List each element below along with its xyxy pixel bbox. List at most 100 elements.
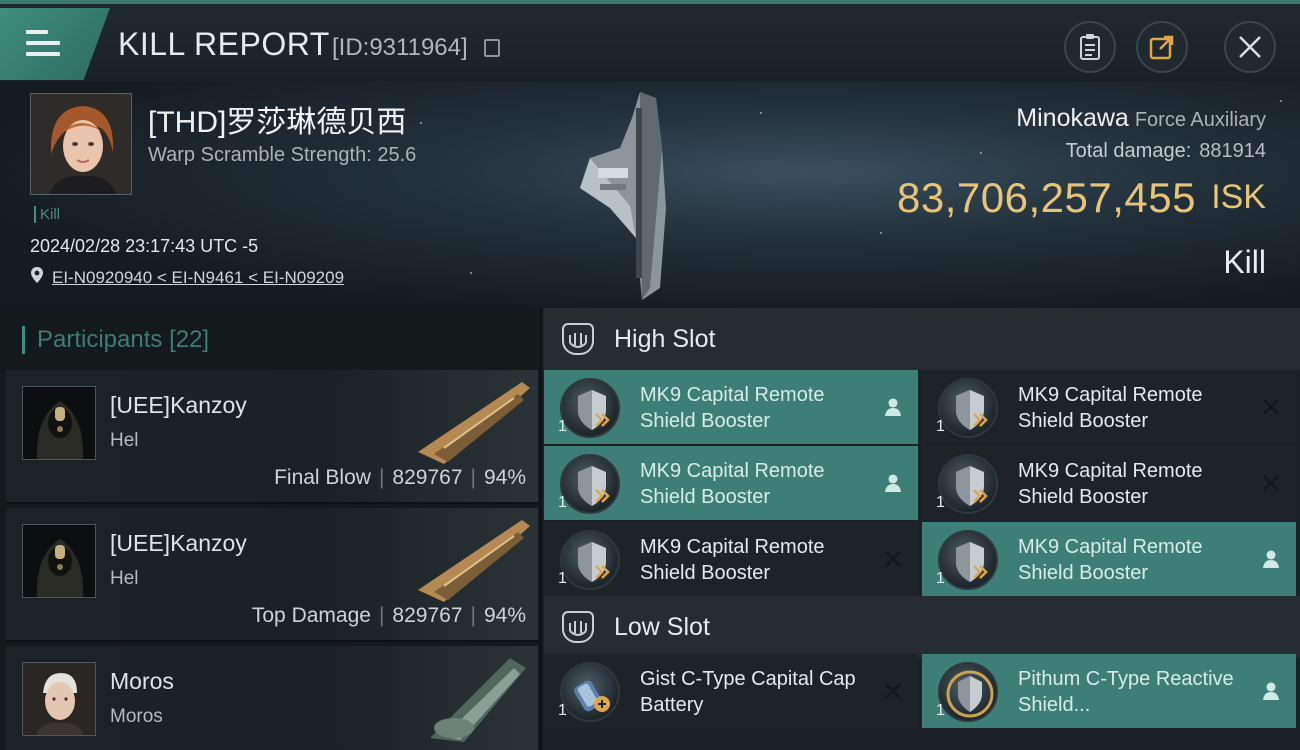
module-name: MK9 Capital Remote Shield Booster bbox=[1018, 536, 1203, 584]
x-icon bbox=[1263, 475, 1279, 491]
module-name: Pithum C-Type Reactive Shield... bbox=[1018, 668, 1234, 716]
shield-booster-icon bbox=[560, 454, 620, 514]
person-icon bbox=[1263, 682, 1279, 700]
shield-booster-icon bbox=[560, 378, 620, 438]
module-quantity: 1 bbox=[936, 570, 945, 587]
module-slot[interactable]: 1 MK9 Capital Remote Shield Booster bbox=[922, 522, 1296, 596]
module-slot[interactable]: 1 Pithum C-Type Reactive Shield... bbox=[922, 654, 1296, 728]
close-button[interactable] bbox=[1224, 21, 1276, 73]
module-quantity: 1 bbox=[558, 702, 567, 719]
module-quantity: 1 bbox=[936, 494, 945, 511]
high-slot-icon bbox=[562, 323, 594, 355]
share-icon bbox=[1149, 35, 1174, 60]
module-name: MK9 Capital Remote Shield Booster bbox=[640, 460, 825, 508]
participant-ship: Hel bbox=[110, 568, 139, 589]
hamburger-icon[interactable] bbox=[26, 30, 60, 58]
fitting-panel: High Slot 1 MK9 Capital Remote Shield Bo… bbox=[542, 308, 1300, 750]
shield-booster-icon bbox=[938, 454, 998, 514]
participant-percent: 94% bbox=[483, 466, 526, 489]
module-slot[interactable]: 1 MK9 Capital Remote Shield Booster bbox=[544, 370, 918, 444]
kill-tag: Kill bbox=[34, 206, 60, 223]
module-quantity: 1 bbox=[558, 418, 567, 435]
module-name: MK9 Capital Remote Shield Booster bbox=[640, 384, 825, 432]
module-quantity: 1 bbox=[936, 702, 945, 719]
report-id: [ID:9311964] bbox=[332, 34, 468, 61]
participant-damage: 829767 bbox=[392, 466, 463, 489]
participant-row[interactable]: [UEE]Kanzoy Hel Top Damage | 829767 | 94% bbox=[6, 508, 538, 642]
clipboard-icon bbox=[1080, 34, 1100, 60]
shield-booster-icon bbox=[560, 530, 620, 590]
participant-ship: Hel bbox=[110, 430, 139, 451]
close-icon bbox=[1239, 36, 1261, 58]
total-damage-value: 881914 bbox=[1199, 140, 1266, 162]
x-icon bbox=[885, 683, 901, 699]
location-link[interactable]: EI-N0920940 < EI-N9461 < EI-N09209 bbox=[52, 268, 344, 288]
participants-panel: Participants [22] [UEE]Kanzoy Hel Final … bbox=[0, 308, 540, 750]
victim-name[interactable]: [THD]罗莎琳德贝西 bbox=[148, 97, 406, 141]
top-bar: KILL REPORT [ID:9311964] bbox=[0, 0, 1300, 82]
avatar[interactable] bbox=[22, 386, 96, 460]
module-name: MK9 Capital Remote Shield Booster bbox=[1018, 384, 1203, 432]
total-damage-label: Total damage: bbox=[1065, 140, 1192, 162]
share-button[interactable] bbox=[1136, 21, 1188, 73]
participant-ship-image bbox=[430, 658, 526, 742]
participant-name[interactable]: [UEE]Kanzoy bbox=[110, 530, 247, 557]
menu-button[interactable] bbox=[0, 8, 110, 80]
page-title: KILL REPORT bbox=[118, 26, 330, 62]
module-name: Gist C-Type Capital Cap Battery bbox=[640, 668, 856, 716]
participant-row[interactable]: Moros Moros bbox=[6, 646, 538, 750]
participant-row[interactable]: [UEE]Kanzoy Hel Final Blow | 829767 | 94% bbox=[6, 370, 538, 504]
participant-ship-image bbox=[418, 382, 530, 464]
module-quantity: 1 bbox=[936, 418, 945, 435]
module-name: MK9 Capital Remote Shield Booster bbox=[640, 536, 825, 584]
reactive-shield-icon bbox=[938, 662, 998, 722]
shield-booster-icon bbox=[938, 378, 998, 438]
kill-result: Kill bbox=[1223, 244, 1266, 280]
person-icon bbox=[1263, 550, 1279, 568]
victim-ship-name[interactable]: Minokawa bbox=[1016, 104, 1129, 132]
kill-timestamp: 2024/02/28 23:17:43 UTC -5 bbox=[30, 236, 259, 256]
shield-booster-icon bbox=[938, 530, 998, 590]
warp-scramble-strength: Warp Scramble Strength: 25.6 bbox=[148, 144, 417, 166]
x-icon bbox=[1263, 399, 1279, 415]
participant-damage: 829767 bbox=[392, 604, 463, 627]
low-slot-icon bbox=[562, 611, 594, 643]
location-pin-icon bbox=[31, 267, 43, 283]
module-name: MK9 Capital Remote Shield Booster bbox=[1018, 460, 1203, 508]
avatar[interactable] bbox=[22, 662, 96, 736]
module-slot[interactable]: 1 Gist C-Type Capital Cap Battery bbox=[544, 654, 918, 728]
participant-ship-image bbox=[418, 520, 530, 602]
participant-role: Final Blow bbox=[274, 466, 371, 489]
avatar[interactable] bbox=[22, 524, 96, 598]
participant-ship: Moros bbox=[110, 706, 163, 727]
participant-name[interactable]: [UEE]Kanzoy bbox=[110, 392, 247, 419]
high-slot-header: High Slot bbox=[544, 308, 1300, 370]
participant-name[interactable]: Moros bbox=[110, 668, 174, 695]
module-quantity: 1 bbox=[558, 570, 567, 587]
person-icon bbox=[885, 398, 901, 416]
isk-unit: ISK bbox=[1211, 178, 1266, 216]
participant-role: Top Damage bbox=[251, 604, 371, 627]
low-slot-header: Low Slot bbox=[544, 596, 1300, 658]
participants-label: Participants bbox=[37, 326, 163, 353]
participants-count: [22] bbox=[169, 326, 210, 353]
clipboard-button[interactable] bbox=[1064, 21, 1116, 73]
participants-header: Participants [22] bbox=[22, 326, 209, 354]
cap-battery-icon bbox=[560, 662, 620, 722]
victim-banner: [THD]罗莎琳德贝西 Warp Scramble Strength: 25.6… bbox=[0, 82, 1300, 308]
module-slot[interactable]: 1 MK9 Capital Remote Shield Booster bbox=[544, 446, 918, 520]
low-slot-title: Low Slot bbox=[614, 612, 710, 641]
x-icon bbox=[885, 551, 901, 567]
module-slot[interactable]: 1 MK9 Capital Remote Shield Booster bbox=[922, 370, 1296, 444]
module-slot[interactable]: 1 MK9 Capital Remote Shield Booster bbox=[544, 522, 918, 596]
isk-value: 83,706,257,455 bbox=[897, 174, 1196, 221]
person-icon bbox=[885, 474, 901, 492]
victim-avatar[interactable] bbox=[30, 93, 132, 195]
module-slot[interactable]: 1 MK9 Capital Remote Shield Booster bbox=[922, 446, 1296, 520]
participant-percent: 94% bbox=[483, 604, 526, 627]
module-quantity: 1 bbox=[558, 494, 567, 511]
copy-icon[interactable] bbox=[484, 39, 500, 57]
victim-ship-class: Force Auxiliary bbox=[1134, 109, 1266, 131]
victim-ship-image bbox=[580, 92, 666, 300]
high-slot-title: High Slot bbox=[614, 324, 716, 353]
